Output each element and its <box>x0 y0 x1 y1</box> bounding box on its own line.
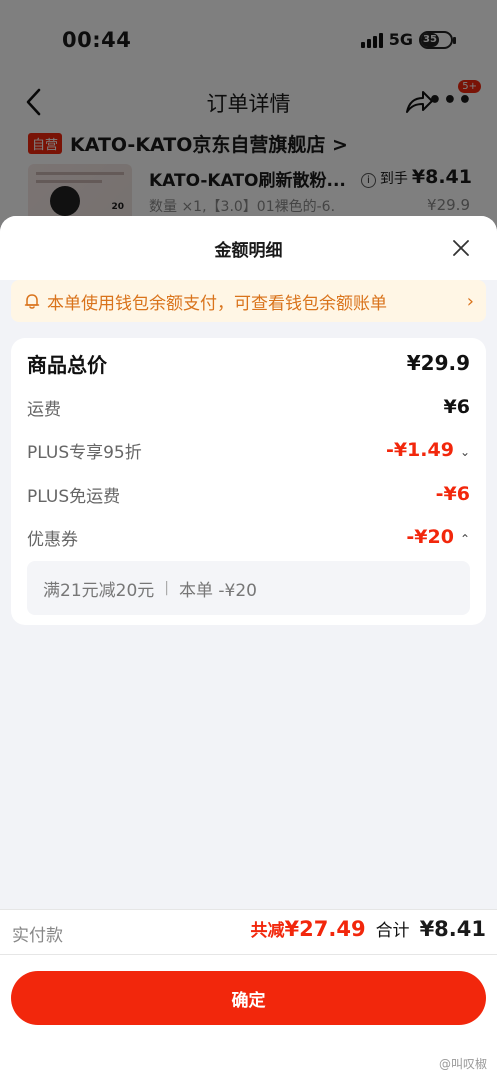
row-shipping: 运费 ¥6 <box>27 392 470 422</box>
bell-icon <box>24 294 40 309</box>
row-plus-discount[interactable]: PLUS专享95折 -¥1.49 ⌄ <box>27 435 470 465</box>
plus-discount-label: PLUS专享95折 <box>27 442 142 463</box>
sheet-title: 金额明细 <box>214 241 283 261</box>
notice-text: 本单使用钱包余额支付，可查看钱包余额账单 <box>47 293 387 314</box>
coupon-value: -¥20 ⌃ <box>406 526 470 548</box>
sheet-header: 金额明细 <box>0 216 497 280</box>
confirm-button[interactable]: 确定 <box>11 971 486 1025</box>
row-item-total: 商品总价 ¥29.9 <box>27 348 470 378</box>
saved-prefix: 共减 <box>250 921 285 941</box>
total-amount: ¥8.41 <box>419 917 486 941</box>
coupon-applied-amount: 本单 -¥20 <box>178 580 257 601</box>
chevron-right-icon: › <box>466 290 474 312</box>
item-total-label: 商品总价 <box>27 352 107 377</box>
divider: | <box>164 580 169 596</box>
payment-summary: 共减¥27.49 合计 ¥8.41 <box>251 916 486 941</box>
watermark: @叫叹椒 <box>438 1057 487 1071</box>
payment-summary-bar: 实付款 共减¥27.49 合计 ¥8.41 <box>0 909 497 955</box>
wallet-balance-notice[interactable]: 本单使用钱包余额支付，可查看钱包余额账单 › <box>11 280 486 322</box>
plus-free-shipping-value: -¥6 <box>435 483 470 505</box>
chevron-up-icon[interactable]: ⌃ <box>460 532 470 546</box>
coupon-label: 优惠券 <box>27 529 78 550</box>
coupon-amount: -¥20 <box>406 526 454 548</box>
row-coupon[interactable]: 优惠券 -¥20 ⌃ <box>27 522 470 552</box>
confirm-area: 确定 @叫叹椒 <box>0 955 497 1080</box>
price-breakdown-card: 商品总价 ¥29.9 运费 ¥6 PLUS专享95折 -¥1.49 ⌄ PLUS免… <box>11 338 486 625</box>
total-saved: 共减¥27.49 <box>251 916 366 941</box>
paid-label: 实付款 <box>12 926 63 946</box>
chevron-down-icon[interactable]: ⌄ <box>460 445 470 459</box>
item-total-value: ¥29.9 <box>406 351 470 375</box>
plus-discount-amount: -¥1.49 <box>385 439 454 461</box>
coupon-rule: 满21元减20元 <box>43 580 155 601</box>
plus-discount-value: -¥1.49 ⌄ <box>386 439 470 461</box>
amount-detail-sheet: 金额明细 本单使用钱包余额支付，可查看钱包余额账单 › 商品总价 ¥29.9 运… <box>0 216 497 1080</box>
total-label: 合计 <box>375 921 410 941</box>
coupon-detail: 满21元减20元 | 本单 -¥20 <box>27 561 470 615</box>
plus-free-shipping-label: PLUS免运费 <box>27 486 121 507</box>
shipping-label: 运费 <box>27 399 61 420</box>
row-plus-free-shipping: PLUS免运费 -¥6 <box>27 479 470 509</box>
shipping-value: ¥6 <box>443 396 470 418</box>
close-icon[interactable] <box>451 238 471 258</box>
saved-amount: ¥27.49 <box>284 917 366 941</box>
